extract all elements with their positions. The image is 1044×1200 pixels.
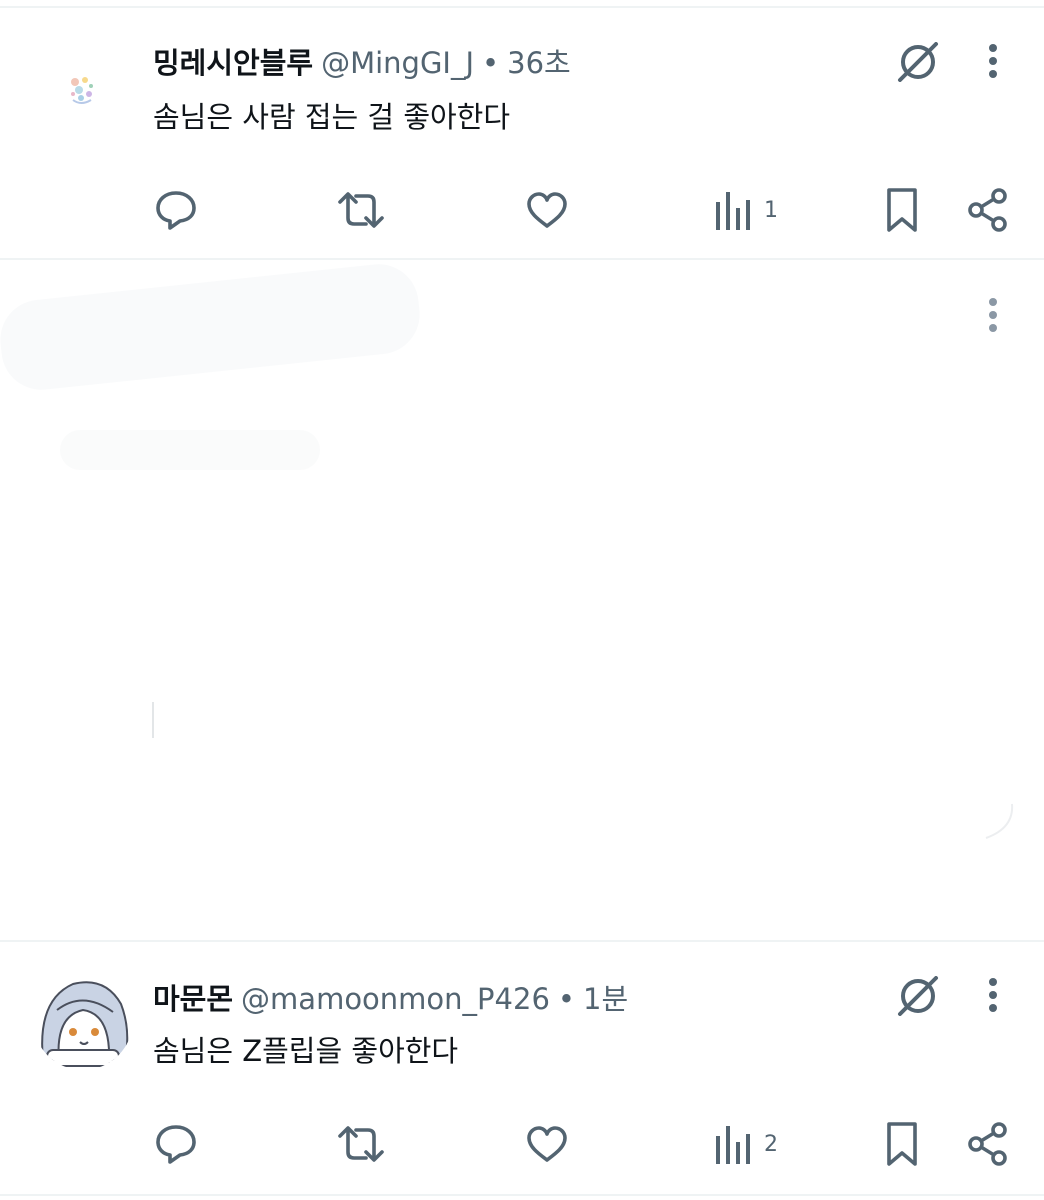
avatar[interactable]: [33, 970, 133, 1070]
display-name[interactable]: 밍레시안블루: [153, 40, 313, 82]
timestamp[interactable]: 36초: [507, 40, 571, 82]
display-name[interactable]: 마문몬: [153, 976, 233, 1018]
bookmark-icon[interactable]: [884, 186, 920, 234]
no-grok-icon[interactable]: [894, 42, 942, 82]
tweet-text: 솜님은 Z플립을 좋아한다: [153, 1034, 459, 1068]
erased-smudge: [60, 430, 320, 470]
tweet-header: 밍레시안블루 @MingGI_J • 36초: [153, 40, 571, 82]
reply-icon[interactable]: [154, 1122, 198, 1166]
timestamp[interactable]: 1분: [583, 976, 628, 1018]
erased-mark: [152, 702, 154, 738]
more-icon[interactable]: [984, 40, 1002, 84]
views-count: 2: [764, 1132, 778, 1157]
views-count: 1: [764, 198, 778, 223]
tweet-2[interactable]: 마문몬 @mamoonmon_P426 • 1분 솜님은 Z플립을 좋아한다 2: [0, 942, 1044, 1194]
action-bar: 2: [0, 1114, 1044, 1174]
separator-dot: •: [557, 982, 576, 1016]
avatar-image: [33, 970, 133, 1070]
bottom-divider: [0, 1194, 1044, 1196]
action-bar: 1: [0, 180, 1044, 240]
tweet-1[interactable]: 밍레시안블루 @MingGI_J • 36초 솜님은 사람 접는 걸 좋아한다: [0, 8, 1044, 258]
no-grok-icon[interactable]: [894, 976, 942, 1016]
like-icon[interactable]: [525, 188, 569, 232]
share-icon[interactable]: [966, 1120, 1010, 1168]
views-icon[interactable]: [714, 1122, 754, 1166]
user-handle[interactable]: @mamoonmon_P426: [241, 982, 550, 1016]
retweet-icon[interactable]: [336, 188, 386, 232]
tweet-text: 솜님은 사람 접는 걸 좋아한다: [153, 100, 511, 134]
separator-dot: •: [482, 46, 500, 80]
blank-tweet-area: [0, 260, 1044, 940]
tweet-header: 마문몬 @mamoonmon_P426 • 1분: [153, 976, 628, 1018]
views-icon[interactable]: [714, 188, 754, 232]
reply-icon[interactable]: [154, 188, 198, 232]
retweet-icon[interactable]: [336, 1122, 386, 1166]
user-handle[interactable]: @MingGI_J: [321, 46, 474, 80]
share-icon[interactable]: [966, 186, 1010, 234]
avatar-image: [33, 42, 133, 142]
erased-smudge: [0, 260, 424, 394]
erased-mark: [985, 803, 1014, 839]
more-icon[interactable]: [984, 974, 1002, 1018]
like-icon[interactable]: [525, 1122, 569, 1166]
more-icon[interactable]: [984, 294, 1002, 338]
avatar[interactable]: [33, 42, 133, 142]
bookmark-icon[interactable]: [884, 1120, 920, 1168]
